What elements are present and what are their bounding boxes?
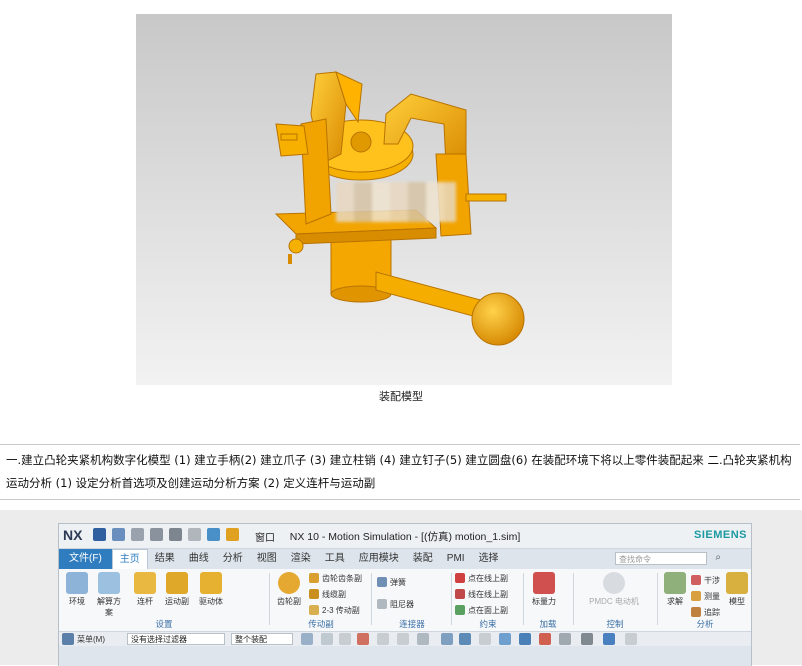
zoom-icon[interactable]: [499, 633, 511, 645]
group-coupler: 齿轮副 齿轮齿条副 线缆副 2-3 传动副 传动副: [271, 569, 371, 631]
ribbon-divider: [523, 573, 524, 625]
ribbon-divider: [657, 573, 658, 625]
assembly-model-figure: [136, 14, 672, 385]
ribbon-divider: [371, 573, 372, 625]
environment-button[interactable]: 环境: [63, 572, 91, 607]
search-icon[interactable]: ⌕: [715, 552, 721, 563]
title-bar: NX 窗口 NX 10 - Motion Simulation - [(仿真) …: [59, 524, 751, 549]
tab-applications[interactable]: 应用模块: [352, 549, 406, 569]
ribbon-home: 环境 解算方案 连杆 运动副 驱动体 设置 齿轮副 齿轮齿条副 线缆副 2-3 …: [59, 569, 751, 632]
menu-icon[interactable]: [62, 633, 74, 645]
visual-icon[interactable]: [603, 633, 615, 645]
nx-screenshot-area: NX 窗口 NX 10 - Motion Simulation - [(仿真) …: [0, 510, 802, 666]
group-constraint: 点在线上副 线在线上副 点在面上副 约束: [453, 569, 523, 631]
description-text: 一.建立凸轮夹紧机构数字化模型 (1) 建立手柄(2) 建立爪子 (3) 建立柱…: [0, 444, 800, 500]
2-3-coupler-button[interactable]: 2-3 传动副: [309, 605, 360, 616]
tab-analysis[interactable]: 分析: [216, 549, 250, 569]
scalar-force-button[interactable]: 标量力: [527, 572, 561, 607]
rack-pinion-button[interactable]: 齿轮齿条副: [309, 573, 362, 584]
edit-section-icon[interactable]: [559, 633, 571, 645]
damper-button[interactable]: 阻尼器: [377, 599, 414, 610]
selection-scope-dropdown[interactable]: 整个装配: [231, 633, 293, 645]
tab-pmi[interactable]: PMI: [440, 549, 472, 569]
link-button[interactable]: 连杆: [131, 572, 159, 607]
group-coupler-label: 传动副: [308, 619, 334, 629]
group-analysis: 求解 干涉 测量 追踪 模型 分析: [659, 569, 751, 631]
group-load: 标量力 加载: [525, 569, 571, 631]
more-view-icon[interactable]: [625, 633, 637, 645]
render-style-icon[interactable]: [581, 633, 593, 645]
point-on-curve-button[interactable]: 点在线上副: [455, 573, 508, 584]
pmdc-motor-button[interactable]: PMDC 电动机: [589, 572, 639, 607]
interference-button[interactable]: 干涉: [691, 575, 720, 586]
tab-view[interactable]: 视图: [250, 549, 284, 569]
group-setup: 环境 解算方案 连杆 运动副 驱动体 设置: [59, 569, 269, 631]
siemens-brand: SIEMENS: [693, 529, 747, 541]
rotate-icon[interactable]: [519, 633, 531, 645]
group-connector: 弹簧 阻尼器 连接器: [373, 569, 451, 631]
tab-tools[interactable]: 工具: [318, 549, 352, 569]
point-on-surface-button[interactable]: 点在面上副: [455, 605, 508, 616]
orient-view-icon[interactable]: [441, 633, 453, 645]
ribbon-divider: [269, 573, 270, 625]
tab-selection[interactable]: 选择: [472, 549, 506, 569]
group-control: PMDC 电动机 控制: [575, 569, 655, 631]
face-rule-icon[interactable]: [397, 633, 409, 645]
tab-home[interactable]: 主页: [111, 548, 148, 570]
figure-caption: 装配模型: [379, 390, 423, 403]
selection-toolbar: 菜单(M) 没有选择过滤器 整个装配: [59, 632, 751, 646]
cable-button[interactable]: 线缆副: [309, 589, 346, 600]
ribbon-divider: [451, 573, 452, 625]
gear-pair-button[interactable]: 齿轮副: [275, 572, 303, 607]
menu-button[interactable]: 菜单(M): [77, 634, 105, 645]
group-connector-label: 连接器: [399, 619, 425, 629]
shaded-view-icon[interactable]: [459, 633, 471, 645]
fit-view-icon[interactable]: [479, 633, 491, 645]
snap-grid-icon[interactable]: [301, 633, 313, 645]
work-layer-icon[interactable]: [539, 633, 551, 645]
selection-filter-dropdown[interactable]: 没有选择过滤器: [127, 633, 225, 645]
solution-button[interactable]: 解算方案: [95, 572, 123, 618]
group-control-label: 控制: [606, 619, 624, 629]
tab-results[interactable]: 结果: [148, 549, 182, 569]
group-constraint-label: 约束: [479, 619, 497, 629]
group-analysis-label: 分析: [696, 619, 714, 629]
select-feature-icon[interactable]: [321, 633, 333, 645]
spring-button[interactable]: 弹簧: [377, 577, 406, 588]
model-button[interactable]: 模型: [723, 572, 751, 607]
tab-curve[interactable]: 曲线: [182, 549, 216, 569]
joint-button[interactable]: 运动副: [163, 572, 191, 607]
blurred-region: [336, 182, 456, 222]
curve-rule-icon[interactable]: [377, 633, 389, 645]
group-setup-label: 设置: [155, 619, 173, 629]
measure-button[interactable]: 测量: [691, 591, 720, 602]
tab-assemblies[interactable]: 装配: [406, 549, 440, 569]
trace-button[interactable]: 追踪: [691, 607, 720, 618]
tab-render[interactable]: 渲染: [284, 549, 318, 569]
group-load-label: 加载: [539, 619, 557, 629]
select-filter-icon[interactable]: [339, 633, 351, 645]
ribbon-tabs: 文件(F) 主页 结果 曲线 分析 视图 渲染 工具 应用模块 装配 PMI 选…: [59, 548, 751, 570]
box-select-icon[interactable]: [417, 633, 429, 645]
curve-on-curve-button[interactable]: 线在线上副: [455, 589, 508, 600]
solve-button[interactable]: 求解: [661, 572, 689, 607]
ribbon-divider: [573, 573, 574, 625]
driver-button[interactable]: 驱动体: [197, 572, 225, 607]
command-search-input[interactable]: 查找命令: [615, 552, 707, 565]
window-title: NX 10 - Motion Simulation - [(仿真) motion…: [289, 531, 521, 543]
point-snap-icon[interactable]: [357, 633, 369, 645]
nx-window: NX 窗口 NX 10 - Motion Simulation - [(仿真) …: [58, 523, 752, 666]
file-tab[interactable]: 文件(F): [59, 549, 112, 569]
